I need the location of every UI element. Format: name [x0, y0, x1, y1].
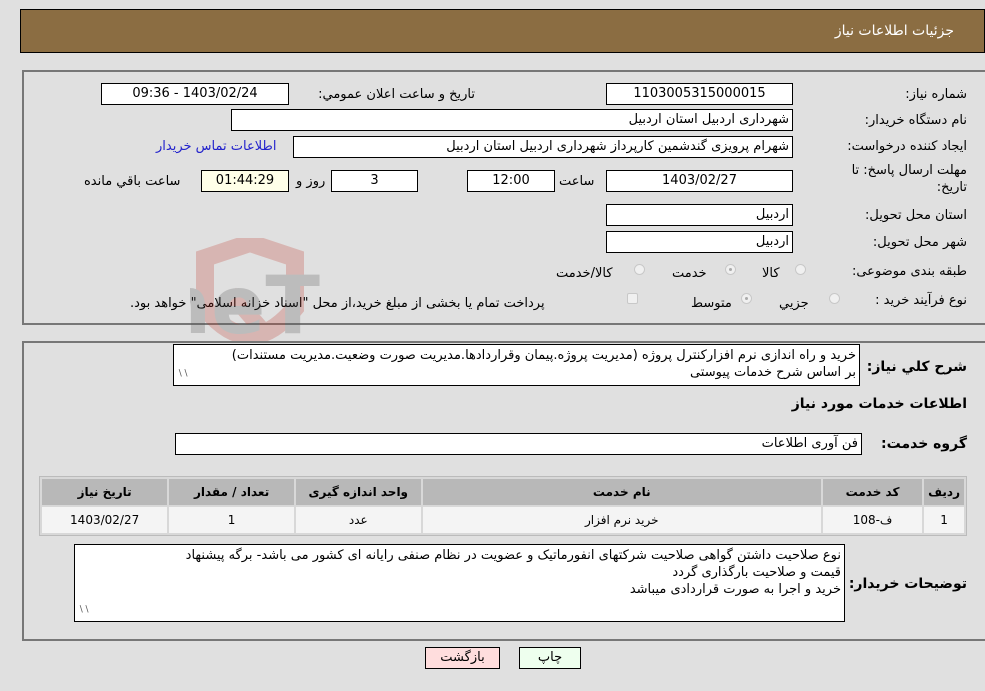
- category-radio-goods-service[interactable]: [634, 264, 645, 275]
- category-option-goods: کالا: [762, 266, 780, 281]
- delivery-city-label: شهر محل تحویل:: [872, 235, 967, 250]
- page-title: جزئیات اطلاعات نیاز: [834, 23, 954, 39]
- summary-line-2: بر اساس شرح خدمات پیوستی: [689, 365, 856, 380]
- cell-service-code: ف-108: [822, 507, 923, 533]
- deadline-time-label: ساعت: [559, 174, 595, 189]
- delivery-province-field: اردبیل: [606, 204, 793, 226]
- buyer-notes-line-2: قیمت و صلاحیت بارگذاری گردد: [672, 565, 841, 580]
- cell-quantity: 1: [169, 507, 294, 533]
- cell-unit: عدد: [295, 507, 421, 533]
- category-radio-service[interactable]: [725, 264, 736, 275]
- treasury-checkbox[interactable]: [627, 293, 638, 304]
- summary-label: شرح کلي نياز:: [866, 359, 967, 375]
- purchase-type-option-minor: جزيي: [779, 296, 809, 311]
- deadline-time-field: 12:00: [467, 170, 555, 192]
- category-label: طبقه بندی موضوعی:: [851, 264, 967, 279]
- table-row: 1 ف-108 خرید نرم افزار عدد 1 1403/02/27: [42, 507, 964, 533]
- buyer-notes-textarea[interactable]: نوع صلاحیت داشتن گواهی صلاحیت شرکتهای ان…: [74, 544, 845, 622]
- col-header-service-name: نام خدمت: [422, 479, 821, 505]
- services-table: ردیف کد خدمت نام خدمت واحد اندازه گیری ت…: [39, 476, 967, 536]
- category-option-service: خدمت: [672, 266, 707, 281]
- back-button[interactable]: بازگشت: [425, 647, 500, 669]
- buyer-org-label: نام دستگاه خریدار:: [864, 113, 967, 128]
- cell-service-name: خرید نرم افزار: [422, 507, 821, 533]
- summary-line-1: خرید و راه اندازی نرم افزارکنترل پروژه (…: [231, 348, 856, 363]
- purchase-type-option-medium: متوسط: [691, 296, 732, 311]
- col-header-need-date: تاریخ نیاز: [42, 479, 168, 505]
- treasury-note: پرداخت تمام یا بخشی از مبلغ خرید،از محل …: [130, 296, 545, 311]
- requester-label: ایجاد کننده درخواست:: [847, 139, 967, 154]
- print-button[interactable]: چاپ: [519, 647, 581, 669]
- cell-row-number: 1: [924, 507, 964, 533]
- buyer-org-field: شهرداری اردبیل استان اردبیل: [231, 109, 793, 131]
- remaining-time-field: 01:44:29: [201, 170, 289, 192]
- days-label: روز و: [296, 174, 326, 189]
- need-number-label: شماره نیاز:: [905, 87, 967, 102]
- summary-textarea[interactable]: خرید و راه اندازی نرم افزارکنترل پروژه (…: [173, 344, 860, 386]
- announce-datetime-field: 1403/02/24 - 09:36: [101, 83, 289, 105]
- delivery-city-field: اردبیل: [606, 231, 793, 253]
- requester-field: شهرام پرویزی گندشمین کارپرداز شهرداری ار…: [293, 136, 793, 158]
- buyer-notes-line-3: خرید و اجرا به صورت قراردادی میباشد: [629, 582, 841, 597]
- services-table-wrapper: ردیف کد خدمت نام خدمت واحد اندازه گیری ت…: [39, 476, 967, 536]
- services-section-title: اطلاعات خدمات مورد نیاز: [791, 396, 967, 412]
- buyer-notes-line-1: نوع صلاحیت داشتن گواهی صلاحیت شرکتهای ان…: [185, 548, 841, 563]
- remaining-time-label: ساعت باقي مانده: [84, 174, 181, 189]
- buyer-contact-link[interactable]: اطلاعات تماس خریدار: [156, 139, 276, 154]
- col-header-row-number: ردیف: [924, 479, 964, 505]
- announce-datetime-label: تاریخ و ساعت اعلان عمومي:: [318, 87, 475, 102]
- delivery-province-label: استان محل تحویل:: [865, 208, 967, 223]
- deadline-label-line2: تاریخ:: [936, 180, 967, 195]
- purchase-type-label: نوع فرآیند خرید :: [875, 293, 967, 308]
- deadline-date-field: 1403/02/27: [606, 170, 793, 192]
- cell-need-date: 1403/02/27: [42, 507, 168, 533]
- service-group-label: گروه خدمت:: [881, 436, 967, 452]
- category-option-goods-service: کالا/خدمت: [556, 266, 613, 281]
- deadline-label-line1: مهلت ارسال پاسخ: تا: [851, 163, 967, 178]
- page-header: جزئیات اطلاعات نیاز: [20, 9, 985, 53]
- need-number-field: 1103005315000015: [606, 83, 793, 105]
- resize-grip-icon[interactable]: ∖∖: [78, 602, 89, 619]
- purchase-type-radio-minor[interactable]: [829, 293, 840, 304]
- resize-grip-icon[interactable]: ∖∖: [177, 366, 188, 383]
- col-header-unit: واحد اندازه گیری: [295, 479, 421, 505]
- category-radio-goods[interactable]: [795, 264, 806, 275]
- buyer-notes-label: توضیحات خریدار:: [848, 576, 967, 592]
- service-group-field: فن آوری اطلاعات: [175, 433, 862, 455]
- col-header-quantity: تعداد / مقدار: [169, 479, 294, 505]
- purchase-type-radio-medium[interactable]: [741, 293, 752, 304]
- col-header-service-code: کد خدمت: [822, 479, 923, 505]
- remaining-days-field: 3: [331, 170, 418, 192]
- table-header-row: ردیف کد خدمت نام خدمت واحد اندازه گیری ت…: [42, 479, 964, 505]
